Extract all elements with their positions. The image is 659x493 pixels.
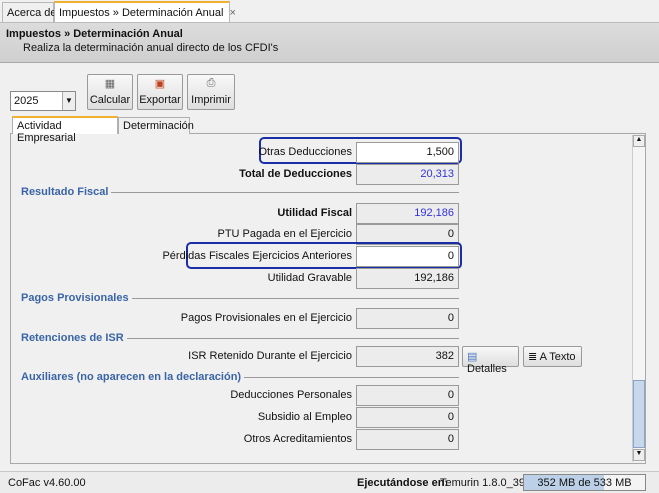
deducciones-personales-label: Deducciones Personales	[230, 389, 352, 401]
memory-text: 352 MB de 533 MB	[537, 477, 632, 489]
export-icon: ▣	[154, 78, 166, 90]
utilidad-gravable-label: Utilidad Gravable	[267, 272, 352, 284]
pagos-label: Pagos Provisionales en el Ejercicio	[180, 312, 352, 324]
runtime-text: Temurin 1.8.0_392	[440, 477, 532, 489]
tab-label: Acerca de	[7, 7, 57, 19]
page-header: Impuestos » Determinación Anual Realiza …	[0, 22, 659, 63]
close-icon[interactable]: ×	[230, 7, 236, 19]
running-label: Ejecutándose en:	[357, 477, 449, 489]
utilidad-gravable-field: 192,186	[356, 268, 459, 289]
total-deducciones-field: 20,313	[356, 164, 459, 185]
section-retenciones-isr: Retenciones de ISR	[21, 332, 127, 344]
section-auxiliares: Auxiliares (no aparecen en la declaració…	[21, 371, 245, 383]
otros-acreditamientos-field: 0	[356, 429, 459, 450]
page-subtitle: Realiza la determinación anual directo d…	[23, 42, 279, 54]
subsidio-label: Subsidio al Empleo	[257, 411, 352, 423]
otras-deducciones-input[interactable]: 1,500	[356, 142, 459, 163]
table-icon: ▤	[467, 351, 478, 363]
exportar-label: Exportar	[139, 94, 181, 106]
tab-acerca-de[interactable]: Acerca de	[2, 2, 57, 22]
imprimir-button[interactable]: ⎙ Imprimir	[187, 74, 235, 110]
pagos-field: 0	[356, 308, 459, 329]
ptu-label: PTU Pagada en el Ejercicio	[217, 228, 352, 240]
imprimir-label: Imprimir	[191, 94, 231, 106]
version-text: CoFac v4.60.00	[8, 477, 86, 489]
status-bar: CoFac v4.60.00 Ejecutándose en: Temurin …	[0, 471, 659, 493]
a-texto-label: A Texto	[539, 351, 576, 363]
page-title: Impuestos » Determinación Anual	[6, 28, 183, 40]
tab-actividad-empresarial[interactable]: Actividad Empresarial	[12, 116, 118, 144]
detalles-button[interactable]: ▤ Detalles	[462, 346, 519, 375]
utilidad-fiscal-label: Utilidad Fiscal	[277, 207, 352, 219]
section-resultado-fiscal: Resultado Fiscal	[21, 186, 112, 198]
detalles-label: Detalles	[467, 363, 507, 375]
scroll-up-icon[interactable]: ▲	[633, 135, 645, 147]
chevron-down-icon[interactable]: ▼	[62, 92, 75, 110]
memory-bar[interactable]: 352 MB de 533 MB	[523, 474, 646, 491]
tab-determinacion-anual[interactable]: Impuestos » Determinación Anual ×	[54, 1, 236, 23]
vertical-scrollbar[interactable]: ▲ ▼	[632, 135, 645, 462]
calculator-icon: ▦	[104, 78, 116, 90]
exportar-button[interactable]: ▣ Exportar	[137, 74, 183, 110]
year-value: 2025	[14, 95, 39, 107]
year-select[interactable]: 2025 ▼	[10, 91, 76, 111]
total-deducciones-label: Total de Deducciones	[239, 168, 352, 180]
scroll-thumb[interactable]	[633, 380, 645, 448]
perdidas-label: Pérdidas Fiscales Ejercicios Anteriores	[162, 250, 352, 262]
isr-label: ISR Retenido Durante el Ejercicio	[188, 350, 352, 362]
subsidio-field: 0	[356, 407, 459, 428]
a-texto-button[interactable]: ≣ A Texto	[523, 346, 582, 367]
otras-deducciones-label: Otras Deducciones	[258, 146, 352, 158]
tab-label: Actividad Empresarial	[17, 120, 76, 144]
section-pagos-provisionales: Pagos Provisionales	[21, 292, 132, 304]
scroll-down-icon[interactable]: ▼	[633, 449, 645, 461]
tab-label: Impuestos » Determinación Anual	[59, 7, 224, 19]
perdidas-input[interactable]: 0	[356, 246, 459, 267]
otros-acreditamientos-label: Otros Acreditamientos	[243, 433, 352, 445]
calcular-button[interactable]: ▦ Calcular	[87, 74, 133, 110]
isr-field: 382	[356, 346, 459, 367]
calcular-label: Calcular	[89, 94, 131, 106]
utilidad-fiscal-field: 192,186	[356, 203, 459, 224]
printer-icon: ⎙	[206, 77, 216, 89]
tab-determinacion[interactable]: Determinación	[118, 117, 194, 134]
text-lines-icon: ≣	[528, 351, 538, 363]
deducciones-personales-field: 0	[356, 385, 459, 406]
tab-label: Determinación	[123, 120, 194, 132]
